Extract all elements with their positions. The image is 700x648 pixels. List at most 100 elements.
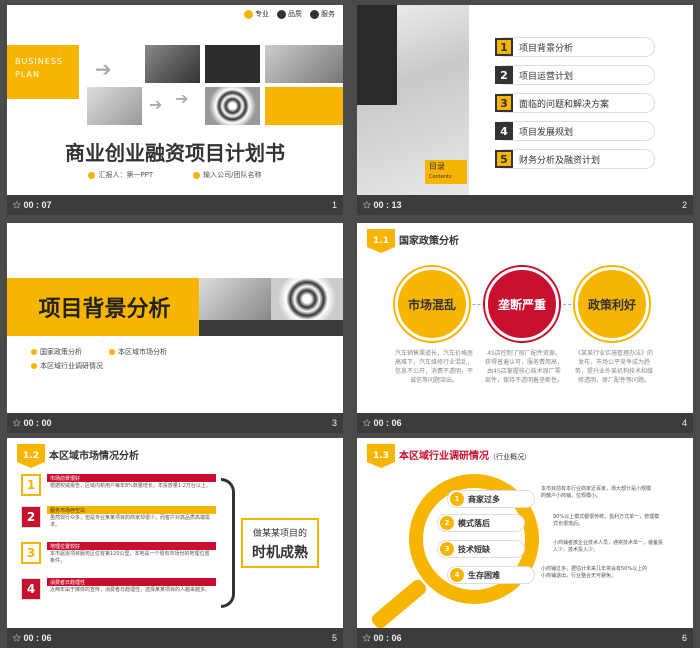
company-label: 输入公司/团队名称 <box>203 171 262 179</box>
meta-row: 汇报人：第一PPT 输入公司/团队名称 <box>7 170 343 180</box>
section-heading: 本区域行业调研情况（行业概况） <box>399 447 531 462</box>
home-icon <box>193 171 201 179</box>
row-number: 1 <box>21 474 41 496</box>
dark-strip <box>199 320 343 336</box>
list-item: 4 消费者日趋理性 近两年由于媒体的宣传，消费者日趋理性，选择某某项目的人越来越多… <box>21 578 216 602</box>
row-number: 4 <box>21 578 41 600</box>
bullet-icon <box>31 349 37 355</box>
toc-label: 面临的问题和解决方案 <box>519 99 610 110</box>
circle-label: 政策利好 <box>587 297 636 312</box>
slide-time: 00 : 07 <box>23 200 52 210</box>
photo-target <box>271 278 343 320</box>
badge-icon <box>244 9 253 19</box>
slide-3-bar: ✩ 00 : 00 3 <box>7 413 343 433</box>
toc-num: 3 <box>495 94 513 112</box>
slide-time: 00 : 06 <box>23 633 52 643</box>
bullet-icon <box>109 349 115 355</box>
star-icon: ✩ <box>363 199 371 210</box>
photo-target <box>205 87 260 125</box>
item-number: 2 <box>440 516 454 530</box>
toc-num: 1 <box>495 38 513 56</box>
photo-yellow <box>265 87 343 125</box>
toc-item-5[interactable]: 5 财务分析及融资计划 <box>495 149 655 169</box>
list-item: 3 技术短缺 <box>437 540 525 558</box>
section-number: 1.2 <box>17 444 45 468</box>
desc-text: 《某某行业实施管理办法》的发布，市场公平竞争成为趋势，提升业外某机构技术和维修透… <box>575 350 654 384</box>
section-number: 1.3 <box>367 444 395 468</box>
page-title: 商业创业融资项目计划书 <box>65 141 285 165</box>
slide-5[interactable]: 1.2 本区域市场情况分析 1 市场前景很好 根据权威报告，区域内新用户每年8%数… <box>7 438 343 628</box>
star-icon: ✩ <box>363 417 371 428</box>
toc-num: 4 <box>495 122 513 140</box>
list-item: 3 地理位置较好 本市驱逐项目服务区位有第120公里，本地是一个很有市场份的地理位… <box>21 542 216 566</box>
toc-num: 2 <box>495 66 513 84</box>
list-item: 1 商家过多 <box>447 490 535 508</box>
star-icon: ✩ <box>13 632 21 643</box>
toc-item-1[interactable]: 1 项目背景分析 <box>495 37 655 57</box>
item-label: 商家过多 <box>468 494 500 504</box>
slide-number: 1 <box>331 200 337 210</box>
bullet-icon <box>31 363 37 369</box>
bracket <box>221 478 235 608</box>
heading-text: 本区域行业调研情况 <box>399 451 489 462</box>
slide-1[interactable]: 专业 品质 服务 BUSINESS PLAN ➔ ➔ ➔ 商业创业融资项目计划书… <box>7 5 343 195</box>
item-label: 生存困难 <box>468 570 500 580</box>
bullet-text: 国家政策分析 <box>40 348 82 356</box>
slide-4-bar: ✩ 00 : 06 4 <box>357 413 693 433</box>
item-label: 技术短缺 <box>458 544 490 554</box>
toc-num: 5 <box>495 150 513 168</box>
arrow-icon: ➔ <box>149 95 163 114</box>
slide-number: 5 <box>331 633 337 643</box>
slide-4[interactable]: 1.1 国家政策分析 市场混乱 垄断严重 政策利好 汽车销售渠道长，汽车价格居高… <box>357 223 693 413</box>
bullet-list-right: 本区域市场分析 <box>109 347 167 361</box>
item-desc: 本市目前有本行业商家近百家，场大部分是小规模的散户小商铺，位规模小。 <box>541 486 652 499</box>
row-head: 市场前景很好 <box>47 474 216 482</box>
toc-item-4[interactable]: 4 项目发展规划 <box>495 121 655 141</box>
desc-text: 4S店控制了原厂配件资源，获得普遍认可，服务费用高，由4S店掌握核心技术原厂零部… <box>485 350 564 384</box>
row-number: 3 <box>21 542 41 564</box>
slide-5-bar: ✩ 00 : 06 5 <box>7 628 343 648</box>
photo-dark <box>205 45 260 83</box>
catalog-box: 目录 Contents <box>425 160 467 184</box>
circle-market: 市场混乱 <box>395 267 469 341</box>
badge-icon <box>310 9 319 19</box>
photo-suit <box>357 5 397 105</box>
magnifier-handle <box>369 577 429 628</box>
arrow-icon: ➔ <box>175 89 189 108</box>
list-item: 1 市场前景很好 根据权威报告，区域内新用户每年8%数量增长，年投放量1.2万台以… <box>21 474 216 498</box>
star-icon: ✩ <box>13 199 21 210</box>
slide-time: 00 : 06 <box>373 418 402 428</box>
badge-icon <box>277 9 286 19</box>
section-title-box: 项目背景分析 <box>7 278 202 336</box>
toc-item-3[interactable]: 3 面临的问题和解决方案 <box>495 93 655 113</box>
photo-people <box>87 87 142 125</box>
list-item: 2 服务市场存空白 虽然现行众多，但是专业某某项目的商家却很少，而客户对高品质高端… <box>21 506 216 530</box>
toc-item-2[interactable]: 2 项目运营计划 <box>495 65 655 85</box>
slide-number: 6 <box>681 633 687 643</box>
circle-policy: 政策利好 <box>575 267 649 341</box>
toc-label: 项目发展规划 <box>519 127 574 138</box>
list-item: 4 生存困难 <box>447 566 535 584</box>
item-number: 4 <box>450 568 464 582</box>
slide-3[interactable]: 项目背景分析 国家政策分析 本区域行业调研情况 本区域市场分析 <box>7 223 343 413</box>
arrow-icon: ➔ <box>95 57 112 81</box>
conclusion-line: 时机成熟 <box>252 545 308 561</box>
conclusion-box: 做某某项目的 时机成熟 <box>241 518 319 568</box>
catalog-title: 目录 <box>429 162 445 171</box>
section-heading: 国家政策分析 <box>399 236 459 247</box>
item-label: 模式落后 <box>458 518 490 528</box>
item-desc: 小商铺过多，据估计未来几年将会有50%以上的小商铺退出，行业整合无可避免。 <box>541 566 648 579</box>
conclusion-line: 做某某项目的 <box>252 529 307 539</box>
block-line: BUSINESS <box>15 57 63 66</box>
tag-row: 专业 品质 服务 <box>244 9 335 19</box>
item-number: 1 <box>450 492 464 506</box>
photo-laptop <box>199 278 271 320</box>
slide-2-bar: ✩ 00 : 13 2 <box>357 195 693 215</box>
slide-6[interactable]: 1.3 本区域行业调研情况（行业概况） 1 商家过多 2 模式落后 3 技术短缺 4生… <box>357 438 693 628</box>
item-desc: 小商铺者按企业技术人员，通常技术单一，装备投入少，技术投入少。 <box>553 540 664 553</box>
circle-label: 垄断严重 <box>497 297 546 312</box>
slide-2[interactable]: 目录 Contents 1 项目背景分析 2 项目运营计划 3 面临的问题和解决方案 … <box>357 5 693 195</box>
row-text: 近两年由于媒体的宣传，消费者日趋理性，选择某某项目的人越来越多。 <box>50 587 211 593</box>
bullet-text: 本区域市场分析 <box>118 348 167 356</box>
section-number: 1.1 <box>367 229 395 253</box>
